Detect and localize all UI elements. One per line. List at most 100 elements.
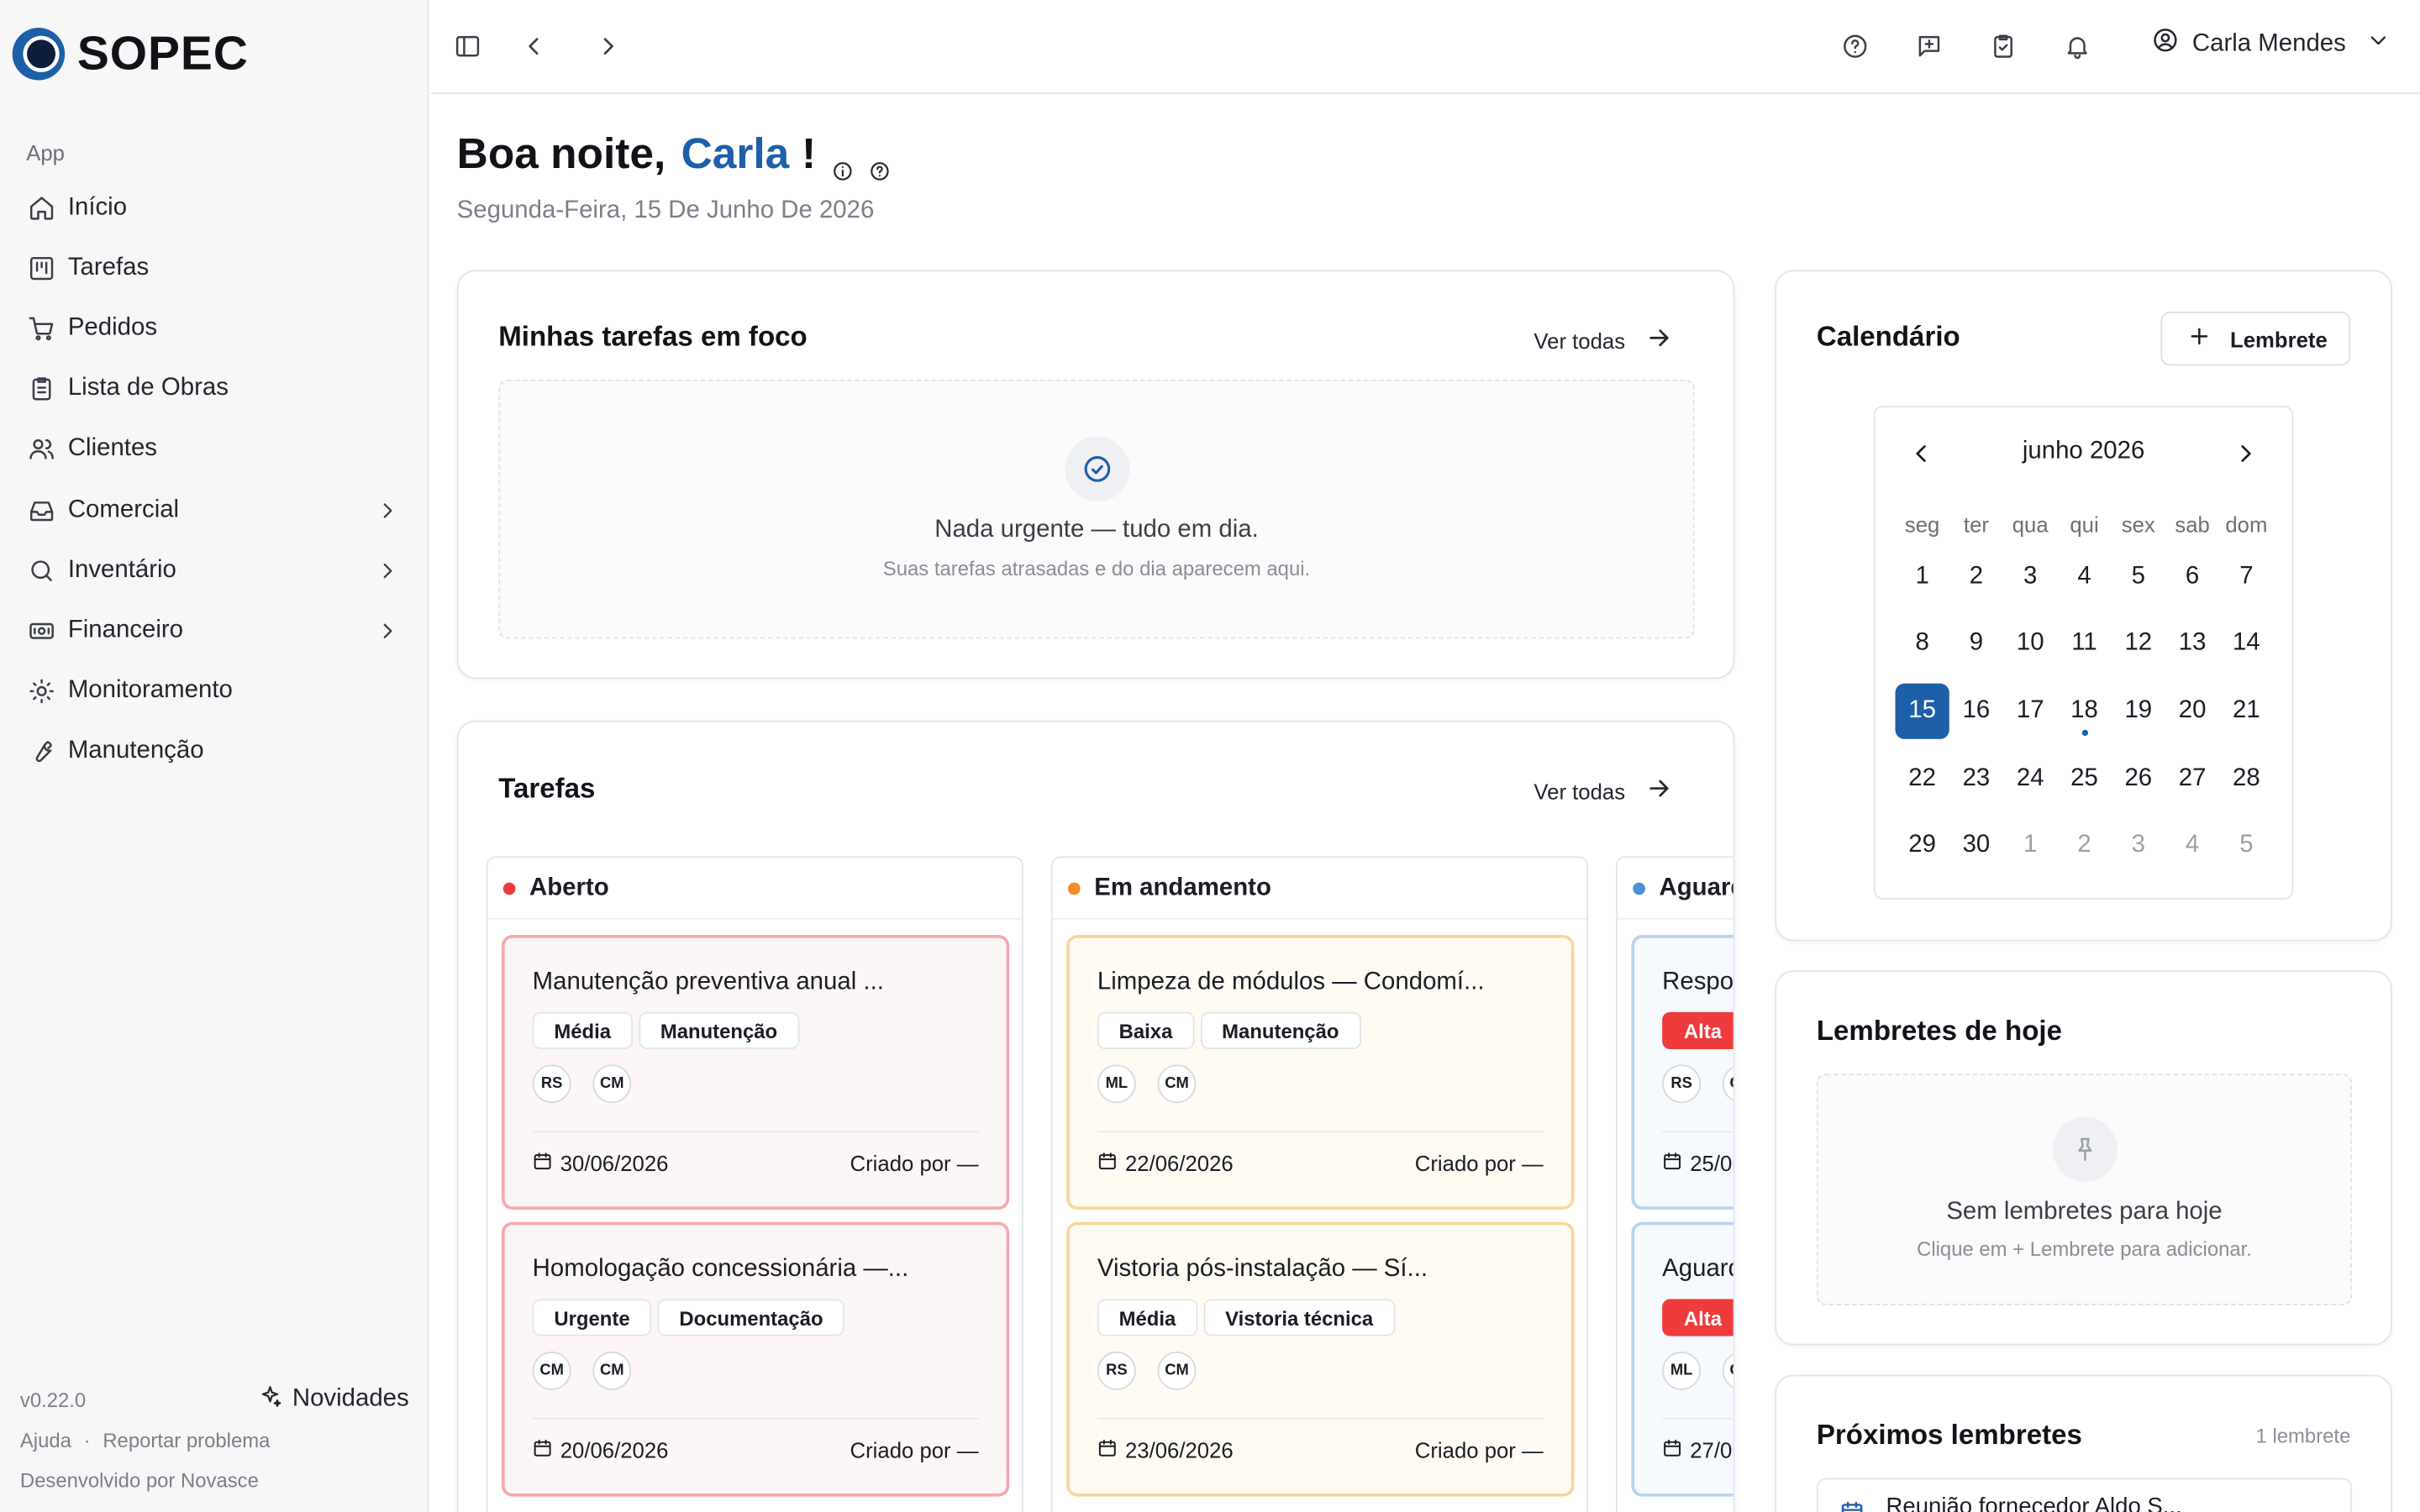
calendar-day[interactable]: 29: [1896, 812, 1949, 879]
sidebar-item-lista-de-obras[interactable]: Lista de Obras: [13, 359, 414, 419]
avatar: RS: [1097, 1351, 1136, 1390]
sidebar-item-label: Monitoramento: [67, 677, 233, 704]
add-reminder-button[interactable]: Lembrete: [2160, 312, 2351, 366]
calendar-day[interactable]: 30: [1949, 812, 2003, 879]
task-assignees: RS CM: [1097, 1351, 1197, 1390]
sidebar-item-inicio[interactable]: Início: [13, 177, 414, 238]
calendar-day[interactable]: 9: [1949, 611, 2003, 678]
task-card[interactable]: Limpeza de módulos — Condomí... Baixa Man…: [1066, 935, 1575, 1210]
calendar-day[interactable]: 5: [2112, 543, 2165, 611]
sidebar-item-tarefas[interactable]: Tarefas: [13, 238, 414, 298]
novidades-button[interactable]: Novidades: [258, 1383, 409, 1416]
due-date-text: 20/06/2026: [560, 1437, 669, 1463]
weekday-label: qui: [2070, 511, 2099, 537]
kanban-column-header: Em andamento: [1052, 858, 1587, 920]
day-number: 10: [2016, 630, 2044, 657]
calendar-day[interactable]: 6: [2165, 543, 2219, 611]
calendar-grid: segterquaquisexsabdom 1 2 3 4 5 6: [1895, 505, 2274, 879]
calendar-day[interactable]: 23: [1949, 745, 2003, 812]
day-number: 30: [1962, 832, 1991, 858]
calendar-day[interactable]: 5: [2219, 812, 2273, 879]
day-number: 22: [1908, 764, 1936, 791]
calendar-day[interactable]: 24: [2003, 745, 2057, 812]
task-card[interactable]: Resposta do cliente Alta RS CM 25/06/2026…: [1631, 935, 1733, 1210]
info-icon[interactable]: [831, 144, 853, 181]
top-bar: Carla Mendes: [430, 0, 2420, 95]
task-card[interactable]: Aguardando material Alta ML CM 27/06/2026…: [1631, 1221, 1733, 1497]
sidebar-item-pedidos[interactable]: Pedidos: [13, 298, 414, 359]
sidebar-item-monitoramento[interactable]: Monitoramento: [13, 661, 414, 722]
task-assignees: CM CM: [532, 1351, 632, 1390]
divider: [1097, 1131, 1544, 1133]
calendar-day[interactable]: 28: [2219, 745, 2273, 812]
feedback-icon[interactable]: [1914, 31, 1945, 62]
calendar-day[interactable]: 25: [2057, 745, 2111, 812]
calendar-week-row: 15 16 17 18 19 20 21: [1895, 678, 2274, 745]
calendar-day-today[interactable]: 15: [1895, 684, 1949, 739]
calendar-day[interactable]: 13: [2165, 611, 2219, 678]
next-month-icon[interactable]: [2230, 438, 2261, 470]
calendar-day[interactable]: 3: [2003, 543, 2057, 611]
forward-arrow-icon[interactable]: [592, 31, 623, 62]
calendar-day[interactable]: 1: [2003, 812, 2057, 879]
calendar-day[interactable]: 1: [1896, 543, 1949, 611]
day-number: 24: [2016, 764, 2044, 791]
day-number: 18: [2070, 697, 2098, 724]
sidebar-item-clientes[interactable]: Clientes: [13, 419, 414, 480]
bell-icon[interactable]: [2062, 31, 2093, 62]
app-logo[interactable]: SOPEC: [12, 26, 249, 81]
calendar-day[interactable]: 20: [2165, 678, 2219, 745]
status-dot: [1633, 881, 1645, 895]
calendar-day[interactable]: 27: [2165, 745, 2219, 812]
sidebar-item-comercial[interactable]: Comercial: [13, 480, 414, 540]
calendar-icon: [1839, 1499, 1864, 1512]
help-icon[interactable]: [869, 144, 891, 181]
clipboard-check-icon[interactable]: [1988, 31, 2019, 62]
task-card[interactable]: Vistoria pós-instalação — Sí... Média Vis…: [1066, 1221, 1575, 1497]
calendar-day[interactable]: 8: [1896, 611, 1949, 678]
upcoming-reminder-item[interactable]: Reunião fornecedor Aldo S...: [1816, 1478, 2353, 1512]
day-number: 5: [2131, 563, 2145, 590]
calendar-day[interactable]: 17: [2003, 678, 2057, 745]
task-card[interactable]: Manutenção preventiva anual ... Média Man…: [501, 935, 1010, 1210]
tasks-ver-todas-link[interactable]: Ver todas: [1534, 776, 1671, 806]
calendar-day[interactable]: 10: [2003, 611, 2057, 678]
calendar-day[interactable]: 4: [2057, 543, 2111, 611]
wrench-icon: [28, 738, 55, 765]
calendar-day[interactable]: 12: [2112, 611, 2165, 678]
task-title: Limpeza de módulos — Condomí...: [1097, 969, 1485, 995]
calendar-day[interactable]: 11: [2057, 611, 2111, 678]
day-number: 3: [2023, 563, 2038, 590]
calendar-day[interactable]: 26: [2112, 745, 2165, 812]
today-reminders-card: Lembretes de hoje Sem lembretes para hoj…: [1775, 970, 2392, 1346]
calendar-day[interactable]: 7: [2219, 543, 2273, 611]
task-title: Homologação concessionária —...: [532, 1256, 909, 1283]
calendar-day[interactable]: 14: [2219, 611, 2273, 678]
task-created-by: Criado por —: [1414, 1151, 1544, 1176]
back-arrow-icon[interactable]: [518, 31, 550, 62]
calendar-day[interactable]: 19: [2112, 678, 2165, 745]
kanban-column-header: Aguardando: [1617, 858, 1733, 920]
calendar-day[interactable]: 2: [2057, 812, 2111, 879]
sidebar-item-financeiro[interactable]: Financeiro: [13, 601, 414, 661]
calendar-day[interactable]: 21: [2219, 678, 2273, 745]
greeting-prefix: Boa noite,: [456, 129, 666, 178]
app-name: SOPEC: [76, 26, 249, 81]
task-card[interactable]: Homologação concessionária —... Urgente D…: [501, 1221, 1010, 1497]
sidebar-item-manutencao[interactable]: Manutenção: [13, 722, 414, 782]
report-problem-link[interactable]: Reportar problema: [103, 1428, 270, 1452]
task-due-date: 22/06/2026: [1097, 1151, 1234, 1176]
calendar-day[interactable]: 18: [2057, 678, 2111, 745]
help-link[interactable]: Ajuda: [20, 1428, 71, 1452]
calendar-day[interactable]: 22: [1896, 745, 1949, 812]
calendar-day[interactable]: 4: [2165, 812, 2219, 879]
focus-ver-todas-link[interactable]: Ver todas: [1534, 326, 1671, 355]
sidebar-toggle-icon[interactable]: [452, 31, 483, 62]
sparkles-icon: [258, 1383, 282, 1416]
help-circle-icon[interactable]: [1839, 31, 1870, 62]
calendar-day[interactable]: 3: [2112, 812, 2165, 879]
calendar-day[interactable]: 2: [1949, 543, 2003, 611]
user-menu[interactable]: Carla Mendes: [2152, 26, 2389, 61]
sidebar-item-inventario[interactable]: Inventário: [13, 540, 414, 601]
calendar-day[interactable]: 16: [1949, 678, 2003, 745]
